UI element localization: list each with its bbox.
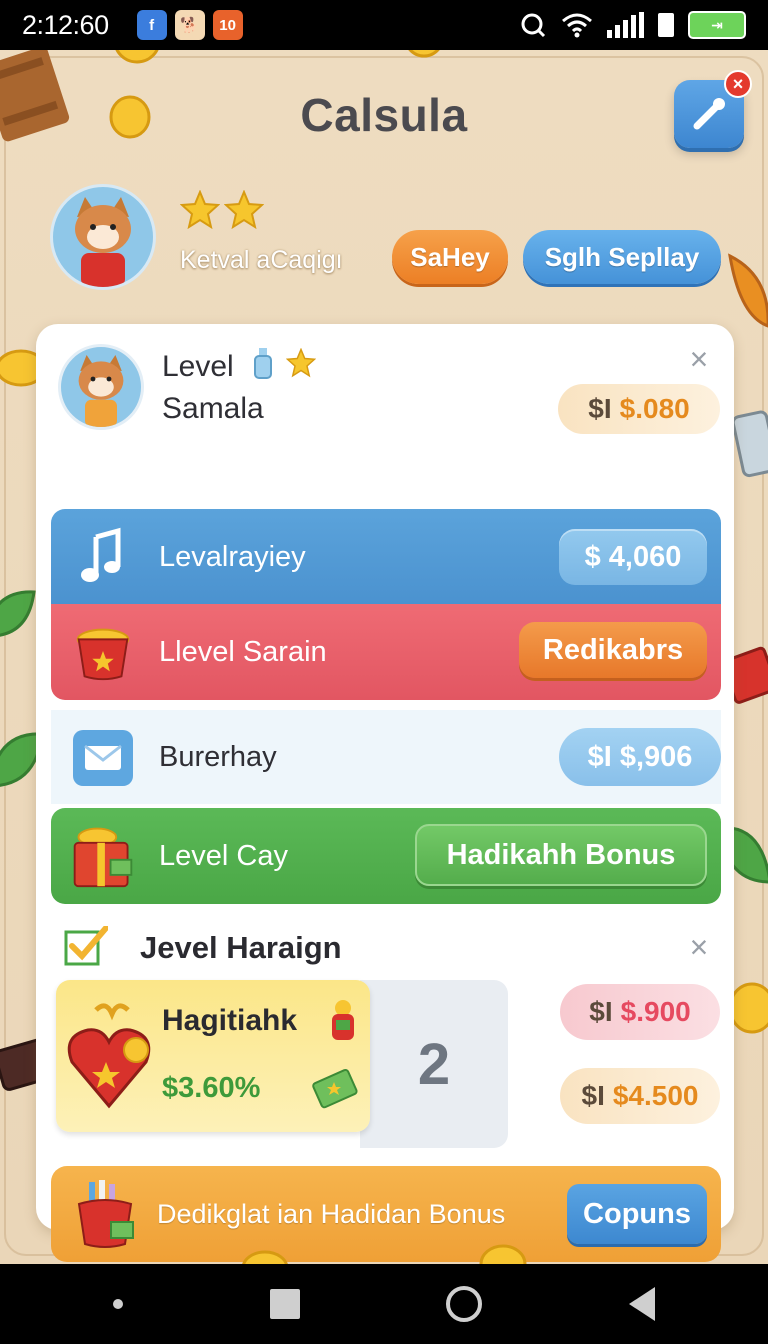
notification-badge: ×	[724, 70, 752, 98]
nav-dot-icon[interactable]	[113, 1299, 124, 1309]
level-price-prefix: $I	[588, 393, 612, 424]
row-label: Burerhay	[159, 740, 277, 773]
profile-subtitle: Ketval aCaqigı	[180, 246, 343, 274]
cat-mascot-icon	[75, 197, 131, 287]
coupons-button[interactable]: Copuns	[567, 1184, 707, 1244]
bonus-banner[interactable]: Dedikglat ian Hadidan Bonus Copuns	[51, 1166, 721, 1262]
notification-icons: f 🐕 10	[136, 10, 243, 40]
home-button[interactable]	[446, 1286, 483, 1322]
signal-icon	[607, 12, 644, 38]
facebook-icon: f	[136, 10, 167, 40]
level-price-pill: $I $.080	[558, 384, 720, 434]
back-button[interactable]	[628, 1287, 655, 1321]
gift-box-icon	[69, 822, 137, 890]
price-prefix: $I	[581, 1080, 605, 1111]
price-pill: $I $.900	[560, 984, 720, 1040]
level-title-text: Level	[162, 350, 234, 383]
coin-icon	[115, 50, 159, 64]
star-icon	[224, 190, 264, 230]
row-label: Levalrayiey	[159, 540, 306, 573]
row-label: Level Cay	[159, 839, 288, 872]
wrench-icon	[693, 98, 725, 130]
level-avatar	[58, 344, 144, 430]
banana-icon	[728, 253, 768, 328]
calculator-icon	[734, 410, 768, 478]
checkbox-icon[interactable]	[64, 926, 108, 966]
cat-mascot-icon	[78, 355, 124, 427]
dog-app-icon: 🐕	[174, 10, 205, 40]
alarm-icon	[521, 13, 546, 38]
bonus-button[interactable]: Hadikahh Bonus	[415, 824, 707, 886]
leaf-icon	[0, 590, 36, 637]
coin-bucket-icon	[69, 618, 137, 686]
count-display: 2	[360, 980, 508, 1148]
close-icon[interactable]: ×	[684, 931, 714, 963]
list-item[interactable]: Burerhay $I $,906	[51, 710, 721, 804]
price-button[interactable]: $I $,906	[559, 728, 721, 786]
app-screen: Calsula × Ketval aCaqigı SaHey Sglh Sepl…	[0, 50, 768, 1264]
list-item[interactable]: Levalrayiey $ 4,060	[51, 509, 721, 605]
price-pill: $I $4.500	[560, 1068, 720, 1124]
close-icon[interactable]: ×	[684, 343, 714, 375]
price-value: $.900	[620, 996, 691, 1027]
coin-icon	[408, 50, 440, 58]
coin-icon	[242, 1250, 288, 1264]
level-price: $.080	[619, 393, 690, 424]
list-item[interactable]: Llevel Sarain Redikabrs	[51, 604, 721, 700]
settings-button[interactable]: ×	[674, 70, 752, 148]
coin-icon	[479, 1244, 527, 1264]
page-title: Calsula	[300, 89, 468, 141]
ten-app-icon: 10	[212, 10, 243, 40]
list-item[interactable]: Level Cay Hadikahh Bonus	[51, 808, 721, 904]
section-title: Jevel Haraign	[140, 930, 342, 965]
gift-card[interactable]: Hagitiahk $3.60%	[56, 980, 370, 1132]
status-bar: 2:12:60 f 🐕 10 ⇥	[0, 0, 768, 50]
status-time: 2:12:60	[22, 9, 109, 40]
wifi-icon	[562, 13, 592, 38]
price-button[interactable]: $ 4,060	[559, 529, 707, 585]
potion-icon	[332, 1000, 354, 1040]
gift-title: Hagitiahk	[162, 1004, 298, 1037]
bonus-text: Dedikglat ian Hadidan Bonus	[157, 1198, 506, 1229]
gift-percent: $3.60%	[162, 1072, 261, 1104]
rating-stars	[180, 190, 264, 230]
battery-icon: ⇥	[688, 11, 746, 39]
red-bag-icon	[77, 1180, 134, 1248]
cash-stack-icon	[312, 1068, 358, 1109]
level-title: Level	[162, 346, 317, 384]
music-note-icon	[69, 523, 137, 591]
star-icon	[286, 347, 317, 378]
level-subtitle: Samala	[162, 392, 264, 425]
avatar[interactable]	[50, 184, 156, 290]
redeem-button[interactable]: Redikabrs	[519, 622, 707, 678]
row-label: Llevel Sarain	[159, 635, 327, 668]
bottle-icon	[254, 348, 273, 379]
battery-small-icon	[658, 13, 674, 37]
display-button[interactable]: Sglh Sepllay	[523, 230, 721, 284]
navigation-bar	[0, 1264, 768, 1344]
price-value: $4.500	[612, 1080, 699, 1111]
mail-icon	[69, 724, 137, 792]
main-card: × Level Samala $I $.080 Levalrayiey $ 4,…	[36, 324, 734, 1262]
star-icon	[180, 190, 220, 230]
heart-gift-icon	[67, 1003, 151, 1109]
recents-button[interactable]	[269, 1289, 300, 1319]
price-prefix: $I	[589, 996, 613, 1027]
sahey-button[interactable]: SaHey	[392, 230, 508, 284]
